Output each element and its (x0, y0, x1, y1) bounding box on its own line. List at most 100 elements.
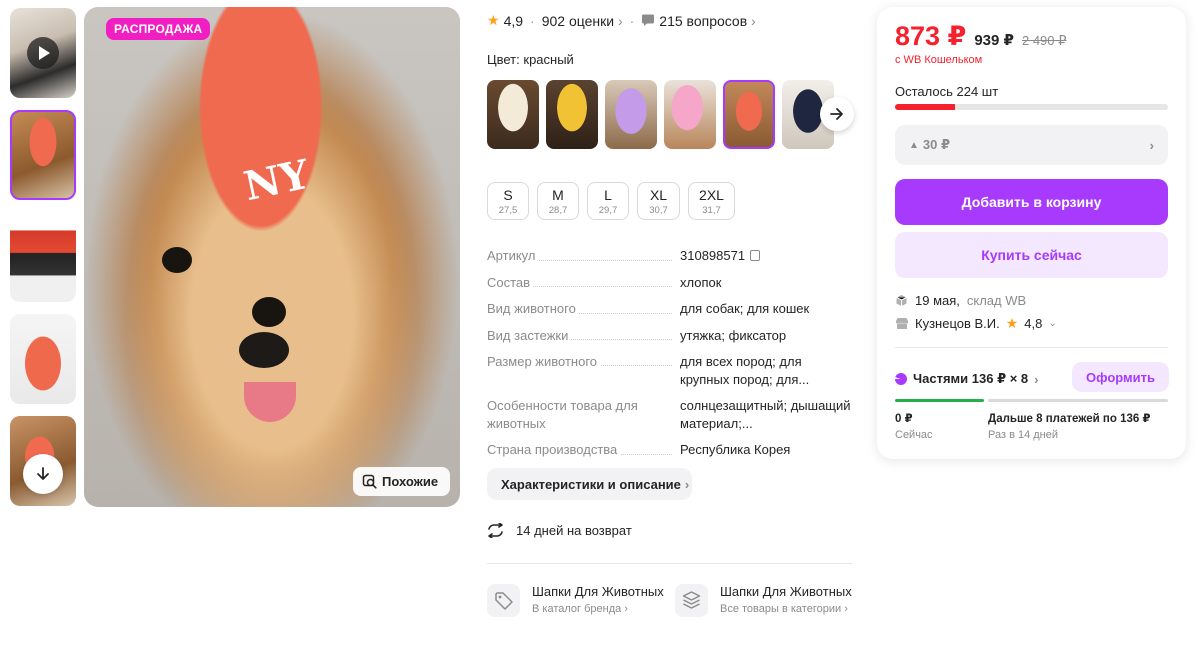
spec-key: Особенности товара для животных (487, 398, 638, 431)
installment-now: 0 ₽ Сейчас (895, 413, 933, 441)
tag-icon (487, 584, 520, 617)
color-value: красный (523, 52, 574, 67)
arrow-down-icon (37, 467, 49, 480)
thumbnail-image[interactable] (10, 110, 76, 200)
stock-progress (895, 104, 1168, 110)
spec-value: Республика Корея (680, 442, 791, 457)
seller-name: Кузнецов В.И. (915, 316, 1000, 331)
size-option[interactable]: S 27,5 (487, 182, 529, 220)
installment-bar (895, 399, 1168, 402)
installment-later: Дальше 8 платежей по 136 ₽ Раз в 14 дней (988, 413, 1151, 441)
spec-value: хлопок (680, 274, 722, 290)
color-swatch[interactable] (664, 80, 716, 149)
wallet-note[interactable]: с WB Кошельком (895, 54, 982, 66)
price-wallet: 873 ₽ (895, 21, 967, 51)
brand-catalog-link[interactable]: Шапки Для Животных В каталог бренда › (487, 584, 665, 617)
scroll-down-button[interactable] (23, 454, 63, 494)
arrow-right-icon (830, 108, 843, 120)
brand-links: Шапки Для Животных В каталог бренда › Ша… (487, 584, 853, 617)
spec-key: Состав (487, 274, 534, 290)
spec-value: для всех пород; для крупных пород; для..… (680, 354, 810, 387)
separator-dot: · (629, 12, 635, 29)
chevron-right-icon: › (1034, 371, 1039, 387)
return-icon (488, 523, 503, 538)
spec-row: Размер животного для всех пород; для кру… (487, 353, 852, 388)
thumbnail-list (10, 8, 78, 518)
reviews-link[interactable]: 902 оценки › (542, 13, 623, 29)
similar-label: Похожие (382, 474, 439, 489)
spec-key: Артикул (487, 248, 539, 263)
dog-eye (252, 297, 286, 327)
stock-left: Осталось 224 шт (895, 84, 999, 99)
price-old: 2 490 ₽ (1021, 33, 1067, 48)
category-sub: Все товары в категории (720, 603, 842, 615)
size-option[interactable]: L 29,7 (587, 182, 629, 220)
cap-logo: NY (239, 150, 314, 211)
size-option[interactable]: M 28,7 (537, 182, 579, 220)
main-product-image[interactable]: NY (84, 7, 460, 507)
seller-info[interactable]: Кузнецов В.И. ★ 4,8 ⌄ (895, 315, 1057, 332)
brand-sub: В каталог бренда (532, 603, 622, 615)
similar-button[interactable]: Похожие (353, 467, 450, 496)
delivery-date: 19 мая, (915, 293, 960, 308)
chevron-right-icon: › (684, 476, 690, 492)
pie-icon (895, 373, 907, 385)
category-link[interactable]: Шапки Для Животных Все товары в категори… (675, 584, 853, 617)
thumbnail-image[interactable] (10, 314, 76, 404)
star-icon: ★ (487, 12, 500, 28)
chevron-right-icon: › (617, 12, 623, 29)
chevron-right-icon: › (844, 603, 848, 615)
checkout-installments-button[interactable]: Оформить (1072, 362, 1169, 392)
buy-now-button[interactable]: Купить сейчас (895, 232, 1168, 278)
color-swatches (487, 80, 834, 149)
next-swatch-button[interactable] (820, 97, 854, 131)
return-policy: 14 дней на возврат (487, 523, 632, 538)
divider (487, 563, 852, 564)
chevron-down-icon: ⌄ (1048, 318, 1057, 329)
spec-value: солнцезащитный; дышащий материал;... (680, 398, 851, 431)
size-option[interactable]: 2XL 31,7 (688, 182, 735, 220)
color-swatch[interactable] (546, 80, 598, 149)
installments-link[interactable]: Частями 136 ₽ × 8 › (895, 371, 1039, 387)
spec-row: Состав хлопок (487, 274, 852, 292)
color-swatch-selected[interactable] (723, 80, 775, 149)
thumbnail-image[interactable] (10, 212, 76, 302)
size-selector: S 27,5 M 28,7 L 29,7 XL 30,7 2XL 31,7 (487, 182, 735, 220)
dog-eye (162, 247, 192, 273)
chevron-right-icon: › (751, 12, 756, 29)
play-icon[interactable] (27, 37, 59, 69)
color-swatch[interactable] (605, 80, 657, 149)
spec-row: Артикул 310898571 (487, 247, 852, 265)
search-similar-icon (362, 474, 377, 489)
divider (895, 347, 1168, 348)
dog-tongue (244, 382, 296, 422)
spec-key: Вид застежки (487, 327, 572, 343)
spec-value: 310898571 (680, 248, 746, 263)
spec-row: Страна производства Республика Корея (487, 441, 852, 459)
spec-key: Страна производства (487, 442, 621, 457)
color-swatch[interactable] (487, 80, 539, 149)
installments-label: Частями 136 ₽ × 8 (913, 371, 1029, 386)
rating-score: 4,9 (503, 12, 524, 29)
separator-dot: · (530, 12, 535, 29)
delivery-warehouse: склад WB (966, 293, 1027, 308)
category-title: Шапки Для Животных (720, 584, 852, 599)
size-option[interactable]: XL 30,7 (637, 182, 680, 220)
shop-icon (896, 318, 908, 329)
questions-link[interactable]: 215 вопросов › (659, 13, 755, 29)
box-icon (896, 295, 907, 306)
spec-row: Вид застежки утяжка; фиксатор (487, 327, 852, 345)
sale-badge: РАСПРОДАЖА (106, 18, 211, 40)
bonus-value: 30 ₽ (922, 137, 951, 152)
copy-icon[interactable] (750, 250, 761, 261)
add-to-cart-button[interactable]: Добавить в корзину (895, 179, 1168, 225)
chevron-right-icon: › (624, 603, 628, 615)
thumbnail-video[interactable] (10, 8, 76, 98)
question-icon (642, 14, 655, 26)
bonus-row[interactable]: ▲ 30 ₽ › (895, 125, 1168, 165)
price-row: 873 ₽ 939 ₽ 2 490 ₽ (895, 21, 1066, 52)
price-regular: 939 ₽ (974, 32, 1014, 49)
characteristics-button[interactable]: Характеристики и описание › (487, 468, 692, 500)
layers-icon (675, 584, 708, 617)
rating-row: ★ 4,9 · 902 оценки › · 215 вопросов › (487, 12, 756, 29)
